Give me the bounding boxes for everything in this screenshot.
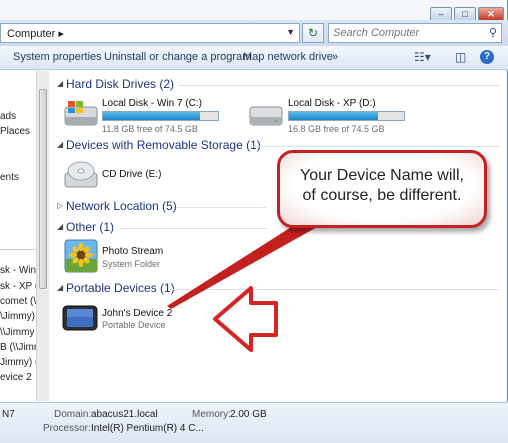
other-item-type: System Folder bbox=[102, 259, 161, 269]
uninstall-program-button[interactable]: Uninstall or change a program bbox=[104, 51, 251, 63]
nav-divider bbox=[0, 249, 36, 250]
expand-triangle-icon[interactable]: ▷ bbox=[57, 201, 63, 210]
group-header-portable[interactable]: ◢ Portable Devices (1) bbox=[50, 281, 506, 297]
drive-name[interactable]: Local Disk - XP (D:) bbox=[288, 98, 376, 109]
group-title: Other (1) bbox=[66, 220, 115, 234]
group-title: Portable Devices (1) bbox=[66, 281, 175, 295]
scrollbar-thumb[interactable] bbox=[39, 89, 47, 289]
portable-device-name[interactable]: John's Device 2 bbox=[102, 308, 172, 319]
domain-value: abacus21.local bbox=[91, 409, 158, 420]
breadcrumb[interactable]: Computer ▸ bbox=[7, 27, 64, 40]
collapse-triangle-icon[interactable]: ◢ bbox=[57, 283, 63, 292]
nav-item[interactable]: evice 2 bbox=[0, 372, 32, 383]
group-divider bbox=[176, 207, 266, 208]
portable-device-icon[interactable] bbox=[62, 304, 98, 335]
collapse-triangle-icon[interactable]: ◢ bbox=[57, 79, 63, 88]
group-title: Network Location (5) bbox=[66, 199, 177, 213]
nav-item[interactable]: Places bbox=[0, 126, 30, 137]
refresh-icon[interactable]: ↻ bbox=[302, 23, 324, 43]
group-title: Hard Disk Drives (2) bbox=[66, 77, 175, 91]
drive-usage-fill bbox=[289, 112, 378, 120]
processor-label: Processor: bbox=[43, 423, 91, 434]
drive-usage-bar bbox=[288, 111, 405, 121]
portable-device-type: Portable Device bbox=[102, 320, 166, 330]
minimize-button[interactable]: – bbox=[430, 7, 452, 21]
callout-box: Your Device Name will, of course, be dif… bbox=[277, 150, 487, 228]
nav-item[interactable]: \\Jimmy bbox=[0, 327, 34, 338]
navigation-pane: ads Places ents sk - Win 7 sk - XP (D co… bbox=[0, 71, 36, 401]
memory-label: Memory: bbox=[192, 409, 231, 420]
content-pane: ◢ Hard Disk Drives (2) Local Disk - Win … bbox=[50, 71, 506, 401]
drive-free-space: 11.8 GB free of 74.5 GB bbox=[102, 124, 198, 134]
photo-stream-icon[interactable] bbox=[64, 239, 98, 276]
nav-item[interactable]: Jimmy) (Z:) bbox=[0, 357, 36, 368]
group-divider bbox=[248, 146, 500, 147]
nav-item[interactable]: sk - XP (D bbox=[0, 281, 36, 292]
drive-usage-fill bbox=[103, 112, 200, 120]
more-commands-button[interactable]: » bbox=[332, 51, 338, 63]
preview-pane-icon[interactable]: ◫ bbox=[455, 50, 466, 64]
callout-line: of course, be different. bbox=[302, 187, 462, 204]
windows-drive-icon[interactable] bbox=[62, 99, 100, 132]
collapse-triangle-icon[interactable]: ◢ bbox=[57, 140, 63, 149]
nav-item[interactable]: sk - Win 7 bbox=[0, 265, 36, 276]
removable-name[interactable]: CD Drive (E:) bbox=[102, 169, 161, 180]
drive-name[interactable]: Local Disk - Win 7 (C:) bbox=[102, 98, 202, 109]
nav-item[interactable]: ads bbox=[0, 111, 16, 122]
explorer-window: – □ ✕ Computer ▸ ▼ ↻ ⚲ System properties… bbox=[0, 0, 508, 443]
processor-value: Intel(R) Pentium(R) 4 C... bbox=[91, 423, 204, 434]
nav-scrollbar[interactable] bbox=[36, 71, 49, 401]
chevron-down-icon[interactable]: ▼ bbox=[286, 27, 295, 37]
search-input[interactable] bbox=[329, 24, 479, 42]
map-network-drive-button[interactable]: Map network drive bbox=[243, 51, 333, 63]
close-button[interactable]: ✕ bbox=[478, 7, 504, 21]
maximize-button[interactable]: □ bbox=[454, 7, 476, 21]
group-divider bbox=[118, 228, 268, 229]
view-options-icon[interactable]: ☷▾ bbox=[414, 50, 431, 64]
group-title: Devices with Removable Storage (1) bbox=[66, 138, 261, 152]
search-box[interactable]: ⚲ bbox=[328, 23, 502, 43]
nav-item[interactable]: B (\\Jimm bbox=[0, 342, 36, 353]
collapse-triangle-icon[interactable]: ◢ bbox=[57, 222, 63, 231]
group-divider bbox=[178, 85, 500, 86]
other-item-name[interactable]: Photo Stream bbox=[102, 246, 163, 257]
callout-text: Your Device Name will, of course, be dif… bbox=[280, 166, 484, 206]
group-divider bbox=[170, 289, 500, 290]
address-bar[interactable]: Computer ▸ ▼ bbox=[0, 23, 300, 43]
address-row: Computer ▸ ▼ ↻ ⚲ bbox=[0, 20, 508, 46]
group-header-hard-disk[interactable]: ◢ Hard Disk Drives (2) bbox=[50, 77, 506, 93]
system-properties-button[interactable]: System properties bbox=[13, 51, 102, 63]
memory-value: 2.00 GB bbox=[230, 409, 267, 420]
drive-usage-bar bbox=[102, 111, 219, 121]
cd-drive-icon[interactable] bbox=[62, 159, 100, 194]
drive-free-space: 16.8 GB free of 74.5 GB bbox=[288, 124, 385, 134]
computer-name: N7 bbox=[2, 409, 15, 420]
callout-line: Your Device Name will, bbox=[300, 167, 464, 184]
nav-item[interactable]: comet (\\ bbox=[0, 296, 36, 307]
nav-item[interactable]: \Jimmy) bbox=[0, 311, 35, 322]
hard-drive-icon[interactable] bbox=[248, 101, 284, 130]
details-pane: N7 Domain: abacus21.local Memory: 2.00 G… bbox=[0, 402, 508, 443]
command-bar: System properties Uninstall or change a … bbox=[0, 46, 508, 70]
help-icon[interactable]: ? bbox=[480, 50, 494, 64]
nav-item[interactable]: ents bbox=[0, 172, 19, 183]
domain-label: Domain: bbox=[54, 409, 92, 420]
search-icon[interactable]: ⚲ bbox=[489, 26, 497, 39]
